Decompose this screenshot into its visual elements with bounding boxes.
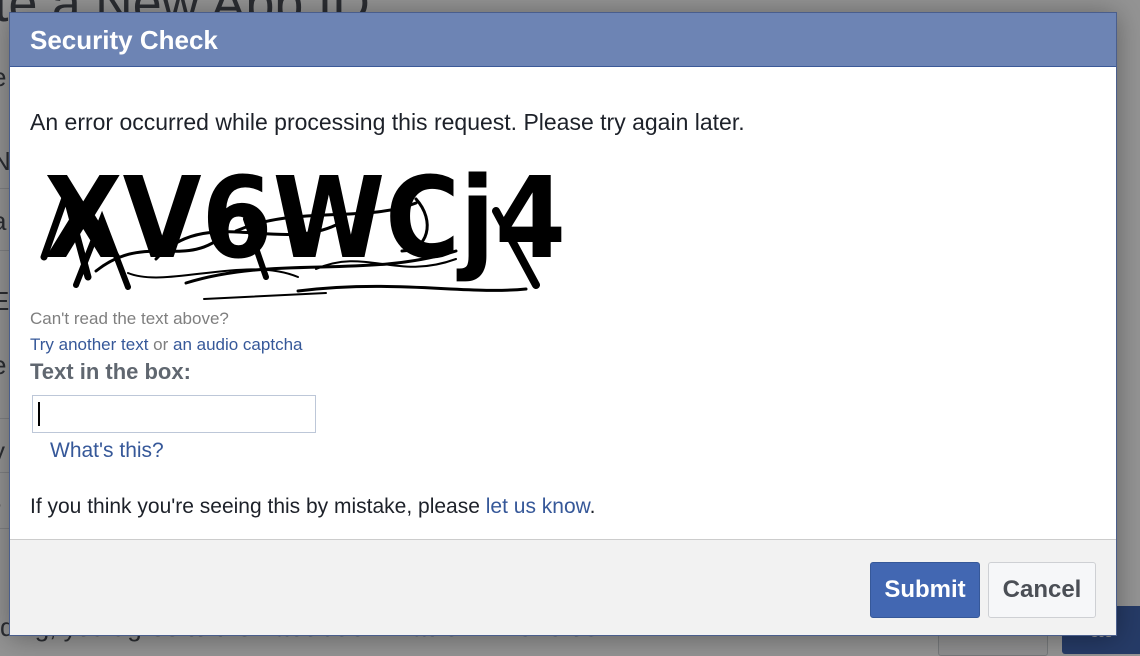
captcha-input-label: Text in the box: bbox=[30, 359, 191, 384]
whats-this-link[interactable]: What's this? bbox=[50, 439, 164, 463]
captcha-graphic: XV6WCj4 bbox=[40, 159, 566, 300]
mistake-notice-prefix: If you think you're seeing this by mista… bbox=[30, 495, 486, 518]
captcha-input[interactable] bbox=[32, 395, 316, 433]
error-message: An error occurred while processing this … bbox=[30, 109, 745, 135]
dialog-header: Security Check bbox=[10, 13, 1116, 67]
let-us-know-link[interactable]: let us know bbox=[486, 495, 590, 518]
dialog-footer: Submit Cancel bbox=[10, 539, 1116, 635]
submit-button[interactable]: Submit bbox=[870, 562, 980, 618]
security-check-dialog: Security Check An error occurred while p… bbox=[9, 12, 1117, 636]
cancel-button[interactable]: Cancel bbox=[988, 562, 1096, 618]
mistake-notice: If you think you're seeing this by mista… bbox=[30, 495, 596, 519]
captcha-alternatives: Try another text or an audio captcha bbox=[30, 335, 302, 355]
captcha-image: XV6WCj4 bbox=[36, 159, 570, 303]
mistake-notice-suffix: . bbox=[589, 495, 596, 518]
audio-captcha-link[interactable]: an audio captcha bbox=[173, 335, 303, 354]
text-cursor bbox=[38, 402, 40, 426]
cant-read-text: Can't read the text above? bbox=[30, 309, 229, 328]
try-another-text-link[interactable]: Try another text bbox=[30, 335, 148, 354]
or-text: or bbox=[148, 335, 173, 354]
dialog-title: Security Check bbox=[30, 25, 218, 55]
